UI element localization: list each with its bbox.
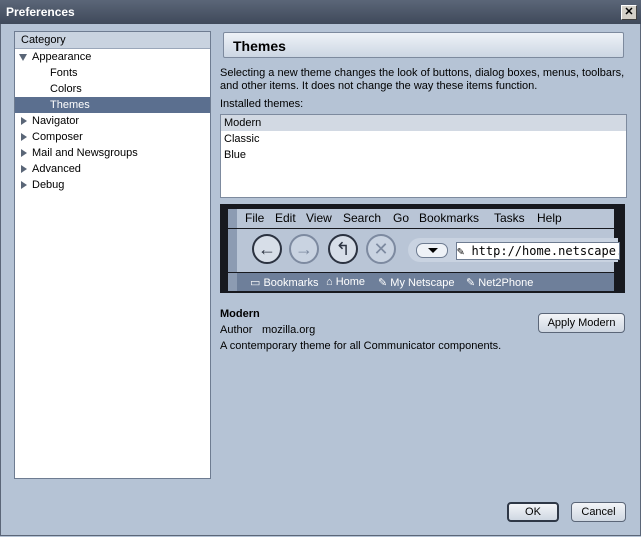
themes-description: Selecting a new theme changes the look o… bbox=[220, 67, 625, 92]
title-bar: Preferences ✕ bbox=[0, 0, 641, 24]
preview-menubar: File Edit View Search Go Bookmarks Tasks… bbox=[228, 209, 614, 228]
preview-url-field: ✎ http://home.netscape.co bbox=[456, 242, 620, 260]
preview-menu-tasks: Tasks bbox=[494, 211, 525, 225]
stop-icon: ✕ bbox=[366, 234, 396, 264]
tree-item-mail-newsgroups[interactable]: Mail and Newsgroups bbox=[15, 145, 210, 161]
author-value: mozilla.org bbox=[262, 324, 316, 336]
tree-item-fonts[interactable]: Fonts bbox=[15, 65, 210, 81]
close-icon: ✕ bbox=[624, 6, 634, 18]
forward-arrow-icon: → bbox=[289, 234, 319, 264]
tree-item-appearance[interactable]: Appearance bbox=[15, 49, 210, 65]
panel-title: Themes bbox=[223, 32, 624, 58]
tree-item-label: Themes bbox=[50, 99, 90, 111]
chevron-down-icon bbox=[416, 243, 448, 258]
themes-list[interactable]: Modern Classic Blue bbox=[220, 114, 627, 198]
theme-item-blue[interactable]: Blue bbox=[221, 147, 626, 163]
preview-pb-bookmarks-label: Bookmarks bbox=[263, 277, 319, 289]
bookmark-tag-icon: ✎ bbox=[457, 244, 472, 258]
tree-item-advanced[interactable]: Advanced bbox=[15, 161, 210, 177]
preview-menu-bookmarks: Bookmarks bbox=[419, 211, 480, 225]
preview-url-area: ✎ http://home.netscape.co bbox=[408, 238, 620, 262]
tree-item-label: Colors bbox=[50, 83, 82, 95]
theme-item-modern[interactable]: Modern bbox=[221, 115, 626, 131]
preview-pb-net2phone: ✎ Net2Phone bbox=[466, 276, 533, 289]
window-title: Preferences bbox=[6, 5, 75, 19]
author-label: Author bbox=[220, 324, 253, 336]
preview-pb-bookmarks: ▭ Bookmarks bbox=[250, 276, 318, 289]
tree-item-composer[interactable]: Composer bbox=[15, 129, 210, 145]
preview-personal-bar: ▭ Bookmarks ⌂ Home ✎ My Netscape ✎ Net2P… bbox=[228, 273, 614, 291]
twisty-closed-icon[interactable] bbox=[21, 165, 27, 173]
preview-pb-mynetscape-label: My Netscape bbox=[390, 277, 455, 289]
preview-menu-view: View bbox=[306, 211, 332, 225]
home-icon: ⌂ bbox=[326, 276, 336, 288]
tree-item-navigator[interactable]: Navigator bbox=[15, 113, 210, 129]
theme-preview: File Edit View Search Go Bookmarks Tasks… bbox=[220, 204, 625, 293]
preview-pb-mynetscape: ✎ My Netscape bbox=[378, 276, 454, 289]
tree-item-label: Fonts bbox=[50, 67, 78, 79]
toolbar-grip bbox=[228, 273, 237, 291]
tree-item-themes[interactable]: Themes bbox=[15, 97, 210, 113]
tree-item-label: Navigator bbox=[32, 115, 80, 127]
twisty-open-icon[interactable] bbox=[19, 54, 27, 61]
back-arrow-icon: ← bbox=[252, 234, 282, 264]
bookmark-icon: ✎ bbox=[378, 277, 391, 289]
preview-menu-go: Go bbox=[393, 211, 410, 225]
tree-item-label: Debug bbox=[32, 179, 65, 191]
tree-item-colors[interactable]: Colors bbox=[15, 81, 210, 97]
preview-url-text: http://home.netscape.co bbox=[471, 244, 619, 258]
apply-theme-button[interactable]: Apply Modern bbox=[538, 313, 625, 333]
category-header[interactable]: Category bbox=[15, 32, 210, 49]
preview-menu-edit: Edit bbox=[275, 211, 296, 225]
tree-item-label: Mail and Newsgroups bbox=[32, 147, 138, 159]
twisty-closed-icon[interactable] bbox=[21, 117, 27, 125]
theme-description: A contemporary theme for all Communicato… bbox=[220, 340, 502, 352]
preview-pb-home-label: Home bbox=[335, 276, 366, 288]
toolbar-grip bbox=[228, 229, 237, 272]
category-tree[interactable]: Category Appearance Fonts Colors Themes … bbox=[14, 31, 211, 479]
preview-menu-search: Search bbox=[343, 211, 382, 225]
theme-item-classic[interactable]: Classic bbox=[221, 131, 626, 147]
preview-menu-help: Help bbox=[537, 211, 562, 225]
tree-item-label: Composer bbox=[32, 131, 83, 143]
tree-item-label: Appearance bbox=[32, 51, 92, 63]
preview-pb-home: ⌂ Home bbox=[326, 276, 365, 288]
preview-navbar: ← → ↰ ✕ ✎ http://home.netscape.co bbox=[228, 229, 620, 272]
ok-button[interactable]: OK bbox=[507, 502, 559, 522]
installed-themes-label: Installed themes: bbox=[220, 98, 304, 110]
toolbar-grip bbox=[228, 209, 237, 228]
cancel-button[interactable]: Cancel bbox=[571, 502, 626, 522]
close-button[interactable]: ✕ bbox=[621, 5, 637, 20]
preview-menu-file: File bbox=[245, 211, 265, 225]
twisty-closed-icon[interactable] bbox=[21, 133, 27, 141]
folder-icon: ▭ bbox=[250, 277, 264, 289]
preview-pb-net2phone-label: Net2Phone bbox=[478, 277, 534, 289]
bookmark-icon: ✎ bbox=[466, 277, 479, 289]
tree-item-debug[interactable]: Debug bbox=[15, 177, 210, 193]
theme-name: Modern bbox=[220, 308, 260, 320]
twisty-closed-icon[interactable] bbox=[21, 149, 27, 157]
reload-icon: ↰ bbox=[328, 234, 358, 264]
twisty-closed-icon[interactable] bbox=[21, 181, 27, 189]
tree-item-label: Advanced bbox=[32, 163, 81, 175]
